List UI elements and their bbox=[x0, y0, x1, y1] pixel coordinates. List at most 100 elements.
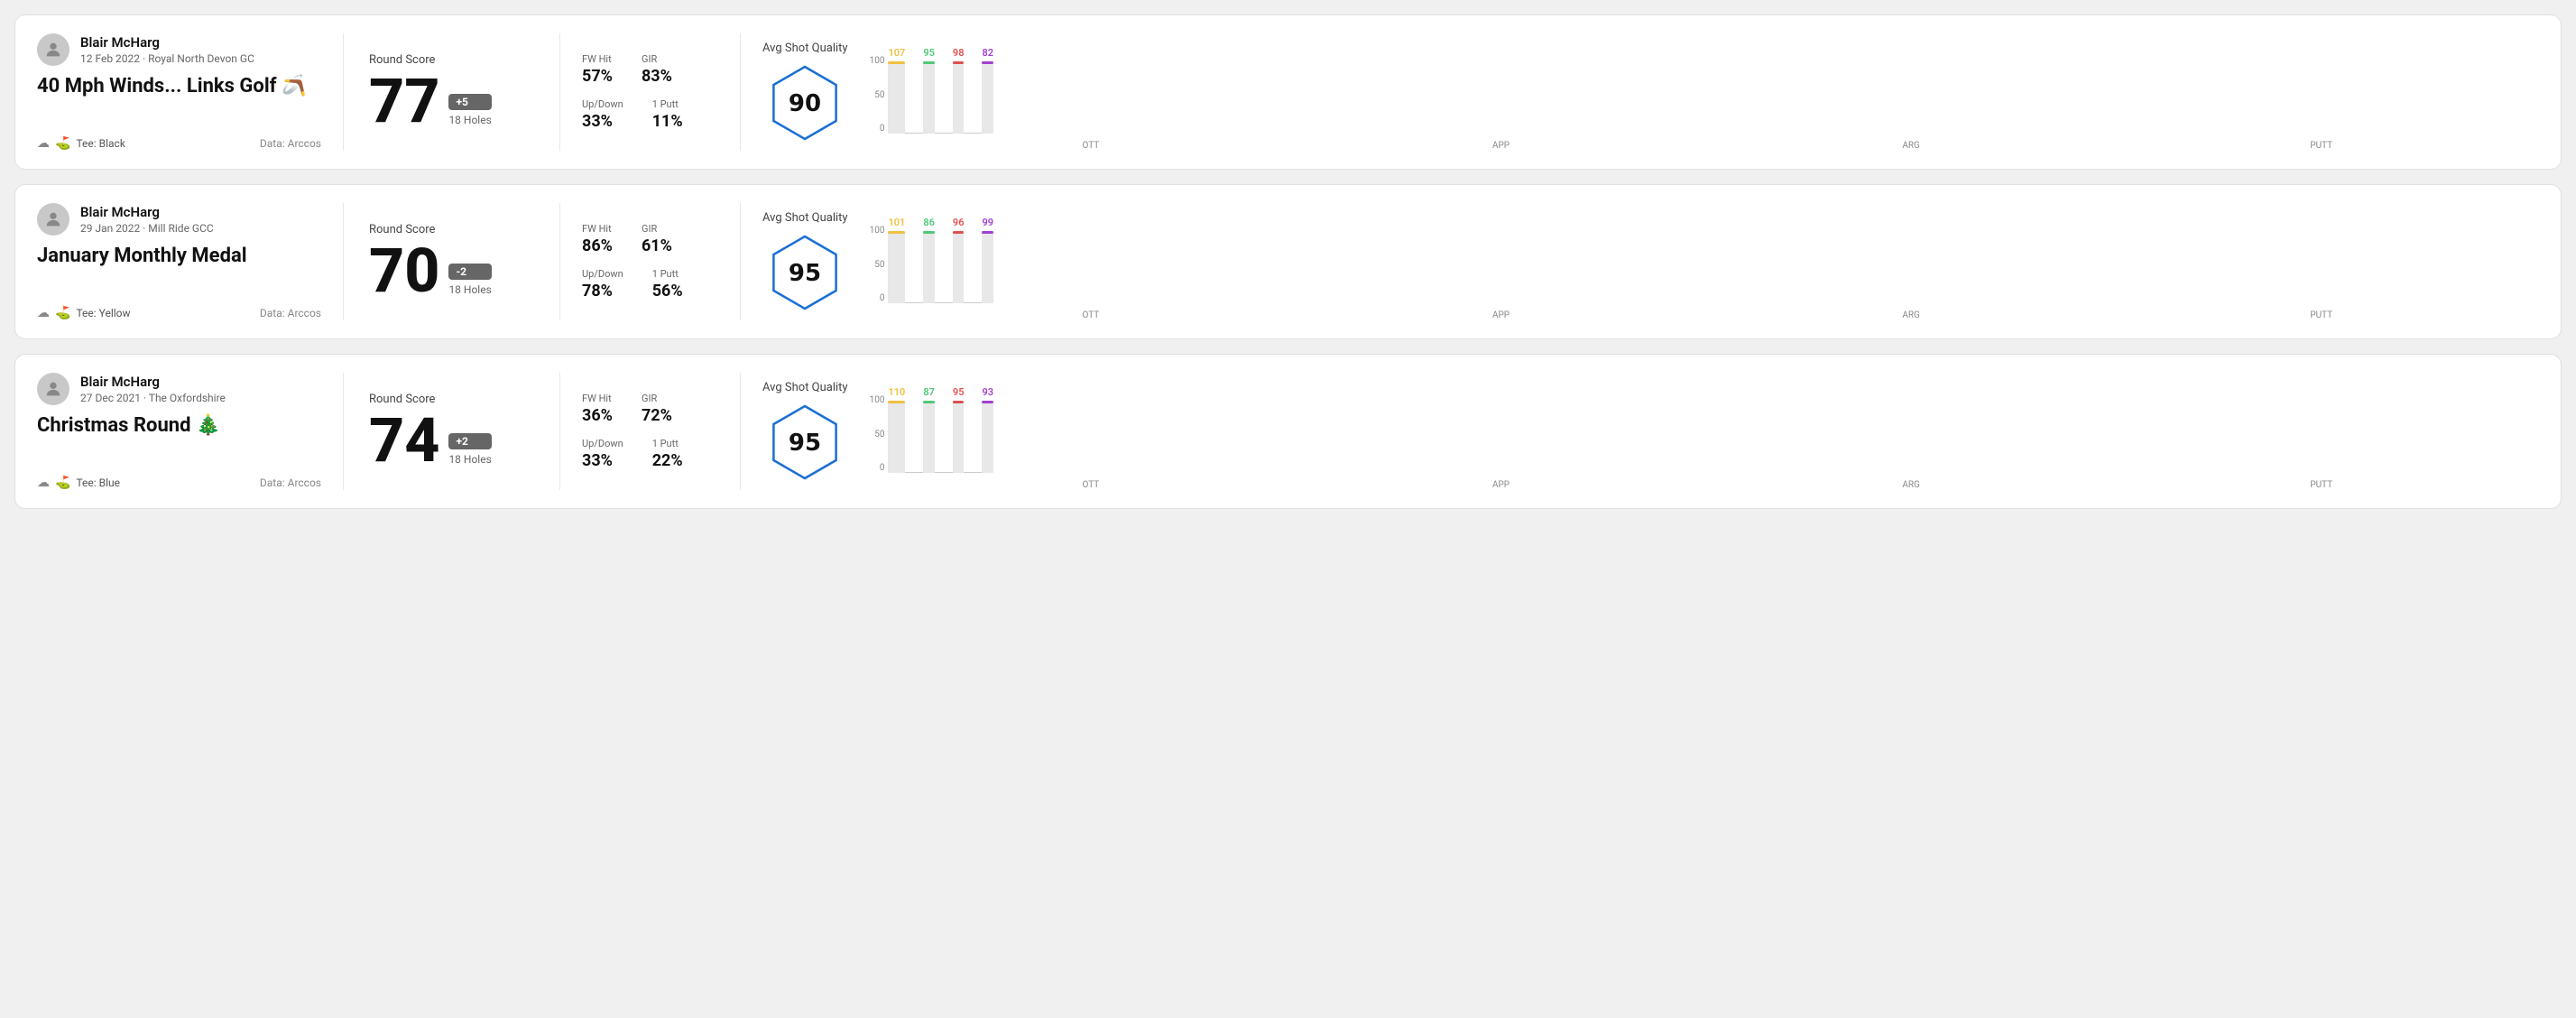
bar-value-putt: 93 bbox=[982, 386, 993, 398]
updown-value: 78% bbox=[582, 282, 623, 301]
updown-stat: Up/Down 33% bbox=[582, 438, 623, 470]
score-number: 70 bbox=[369, 240, 439, 301]
y-label-50: 50 bbox=[870, 260, 885, 270]
fw-hit-stat: FW Hit 57% bbox=[582, 53, 613, 86]
bar-value-arg: 96 bbox=[953, 217, 965, 228]
tee-label: Tee: Black bbox=[76, 137, 125, 150]
player-name: Blair McHarg bbox=[80, 34, 254, 51]
bar-value-ott: 107 bbox=[888, 47, 905, 59]
oneputt-value: 22% bbox=[652, 451, 683, 470]
bar-bg-putt bbox=[982, 401, 993, 473]
chart-label-ott: OTT bbox=[895, 141, 1288, 151]
bar-col-arg: 98 bbox=[953, 47, 965, 134]
player-text: Blair McHarg 12 Feb 2022 · Royal North D… bbox=[80, 34, 254, 65]
bar-value-putt: 99 bbox=[982, 217, 993, 228]
round-title: January Monthly Medal bbox=[37, 245, 321, 267]
fw-hit-label: FW Hit bbox=[582, 393, 613, 404]
bar-bg-putt bbox=[982, 61, 993, 134]
score-diff-badge: +2 bbox=[448, 433, 491, 449]
chart-bars-wrapper: 107 95 98 82 bbox=[888, 38, 2517, 137]
stats-section: FW Hit 36% GIR 72% Up/Down 33% 1 Putt bbox=[560, 373, 741, 490]
weather-icon: ☁ bbox=[37, 306, 50, 320]
data-source: Data: Arccos bbox=[260, 477, 321, 489]
data-source: Data: Arccos bbox=[260, 307, 321, 319]
gir-label: GIR bbox=[642, 393, 672, 404]
bar-bg-app bbox=[923, 401, 935, 473]
chart-label-app: APP bbox=[1305, 310, 1697, 320]
fw-hit-label: FW Hit bbox=[582, 223, 613, 235]
bar-value-app: 95 bbox=[923, 47, 935, 59]
player-info: Blair McHarg 29 Jan 2022 · Mill Ride GCC bbox=[37, 203, 321, 236]
y-label-100: 100 bbox=[870, 395, 885, 405]
score-diff-badge: +5 bbox=[448, 94, 491, 110]
svg-text:95: 95 bbox=[789, 430, 821, 457]
bar-col-putt: 82 bbox=[982, 47, 993, 134]
weather-icon: ☁ bbox=[37, 136, 50, 151]
bar-value-ott: 110 bbox=[888, 386, 905, 398]
bar-chart: 100 50 0 107 95 bbox=[870, 33, 2517, 151]
bar-col-app: 86 bbox=[923, 217, 935, 303]
round-card-round-3: Blair McHarg 27 Dec 2021 · The Oxfordshi… bbox=[14, 354, 2562, 509]
chart-label-arg: ARG bbox=[1715, 141, 2108, 151]
bar-value-ott: 101 bbox=[888, 217, 905, 228]
tee-info: ☁ ⛳ Tee: Yellow bbox=[37, 306, 131, 320]
round-card-round-1: Blair McHarg 12 Feb 2022 · Royal North D… bbox=[14, 14, 2562, 170]
score-diff-badge: -2 bbox=[448, 264, 491, 280]
player-info: Blair McHarg 12 Feb 2022 · Royal North D… bbox=[37, 33, 321, 66]
stats-row-bottom: Up/Down 33% 1 Putt 22% bbox=[582, 438, 718, 470]
holes-text: 18 Holes bbox=[448, 283, 491, 296]
oneputt-stat: 1 Putt 22% bbox=[652, 438, 683, 470]
tee-info: ☁ ⛳ Tee: Black bbox=[37, 136, 125, 151]
bar-col-putt: 93 bbox=[982, 386, 993, 473]
updown-value: 33% bbox=[582, 451, 623, 470]
chart-labels-row: OTTAPPARGPUTT bbox=[870, 480, 2517, 490]
bar-col-ott: 110 bbox=[888, 386, 905, 473]
bar-value-arg: 98 bbox=[953, 47, 965, 59]
bar-value-arg: 95 bbox=[953, 386, 965, 398]
quality-left: Avg Shot Quality 95 bbox=[762, 381, 848, 483]
stats-row-bottom: Up/Down 78% 1 Putt 56% bbox=[582, 268, 718, 301]
player-text: Blair McHarg 27 Dec 2021 · The Oxfordshi… bbox=[80, 374, 226, 404]
stats-row-top: FW Hit 57% GIR 83% bbox=[582, 53, 718, 86]
tee-label: Tee: Blue bbox=[76, 477, 120, 489]
player-text: Blair McHarg 29 Jan 2022 · Mill Ride GCC bbox=[80, 204, 214, 235]
mid-section: Round Score 70 -2 18 Holes bbox=[344, 203, 560, 320]
bar-bg-app bbox=[923, 231, 935, 303]
hexagon-container: 95 bbox=[764, 232, 845, 313]
stats-row-bottom: Up/Down 33% 1 Putt 11% bbox=[582, 98, 718, 131]
tee-label: Tee: Yellow bbox=[76, 307, 130, 319]
score-row: 77 +5 18 Holes bbox=[369, 70, 534, 132]
chart-label-app: APP bbox=[1305, 141, 1697, 151]
player-name: Blair McHarg bbox=[80, 374, 226, 390]
svg-text:90: 90 bbox=[789, 90, 821, 117]
bottom-row: ☁ ⛳ Tee: Blue Data: Arccos bbox=[37, 476, 321, 490]
gir-value: 72% bbox=[642, 406, 672, 425]
quality-label: Avg Shot Quality bbox=[762, 381, 848, 394]
bar-value-putt: 82 bbox=[982, 47, 993, 59]
user-icon bbox=[43, 379, 63, 399]
quality-left: Avg Shot Quality 95 bbox=[762, 211, 848, 313]
holes-text: 18 Holes bbox=[448, 114, 491, 126]
oneputt-stat: 1 Putt 56% bbox=[652, 268, 683, 301]
avatar bbox=[37, 373, 69, 405]
quality-label: Avg Shot Quality bbox=[762, 42, 848, 55]
round-title: 40 Mph Winds... Links Golf 🪃 bbox=[37, 75, 321, 97]
fw-hit-label: FW Hit bbox=[582, 53, 613, 65]
gir-stat: GIR 72% bbox=[642, 393, 672, 425]
oneputt-value: 56% bbox=[652, 282, 683, 301]
chart-label-ott: OTT bbox=[895, 480, 1288, 490]
oneputt-label: 1 Putt bbox=[652, 438, 683, 449]
updown-label: Up/Down bbox=[582, 438, 623, 449]
chart-label-ott: OTT bbox=[895, 310, 1288, 320]
chart-area: 107 95 98 82 bbox=[888, 38, 993, 137]
gir-label: GIR bbox=[642, 223, 672, 235]
y-label-0: 0 bbox=[870, 463, 885, 473]
gir-value: 61% bbox=[642, 236, 672, 255]
fw-hit-stat: FW Hit 36% bbox=[582, 393, 613, 425]
score-number: 77 bbox=[369, 70, 439, 132]
bar-bg-putt bbox=[982, 231, 993, 303]
y-label-100: 100 bbox=[870, 226, 885, 236]
bar-col-ott: 101 bbox=[888, 217, 905, 303]
bar-chart: 100 50 0 110 87 bbox=[870, 373, 2517, 490]
fw-hit-value: 86% bbox=[582, 236, 613, 255]
